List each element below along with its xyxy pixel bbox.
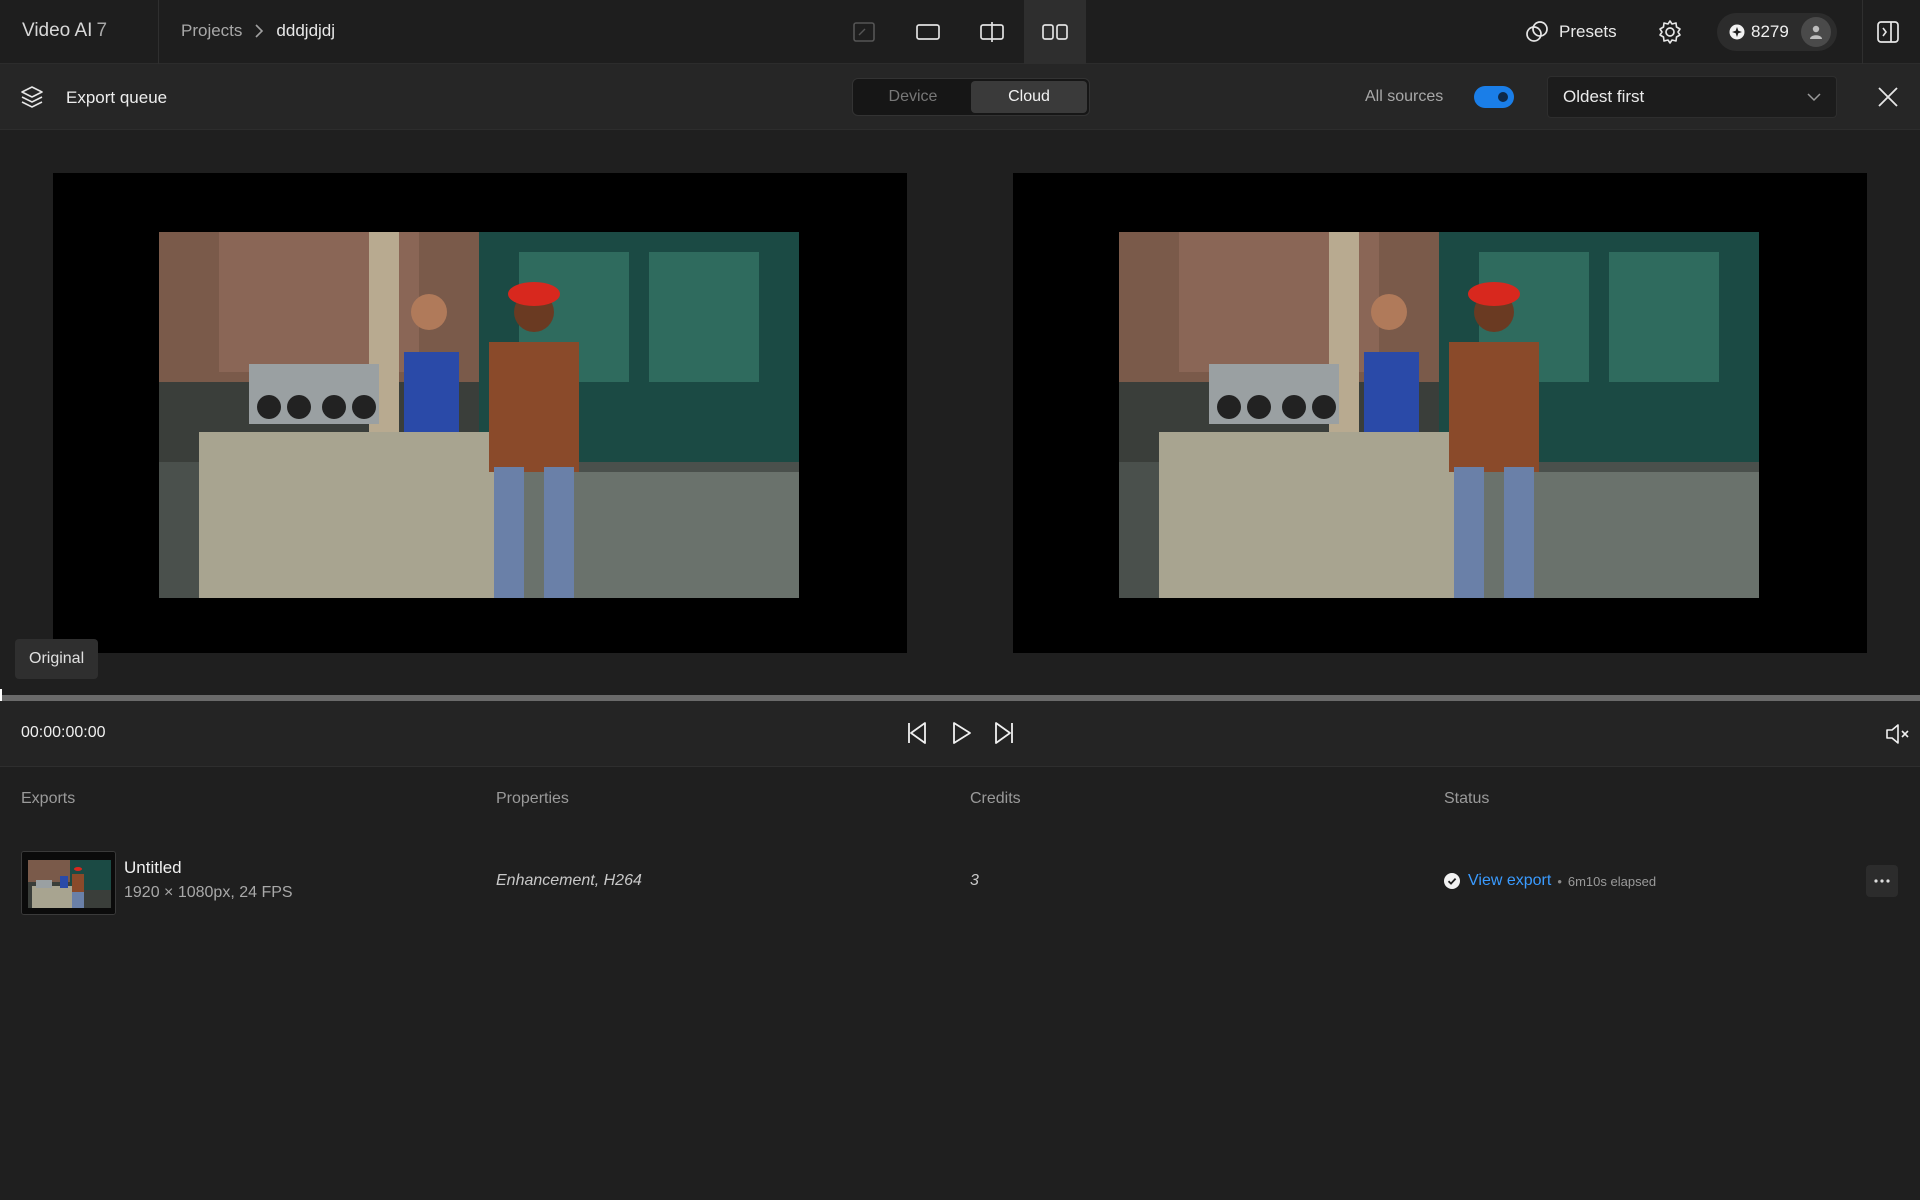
breadcrumb-projects[interactable]: Projects	[181, 21, 242, 41]
mute-button[interactable]	[1884, 722, 1910, 746]
avatar[interactable]	[1801, 17, 1831, 47]
top-bar: Video AI 7 Projects dddjdjdj Presets 827…	[0, 0, 1920, 64]
table-row: Untitled 1920 × 1080px, 24 FPS Enhanceme…	[0, 848, 1920, 918]
next-frame-button[interactable]	[990, 720, 1016, 746]
presets-button[interactable]: Presets	[1525, 18, 1617, 46]
video-frame-enhanced	[1119, 232, 1759, 598]
breadcrumb: Projects dddjdjdj	[181, 21, 335, 41]
transport-bar: 00:00:00:00	[0, 701, 1920, 767]
app-version: 7	[96, 20, 108, 41]
export-credits: 3	[970, 872, 979, 889]
credits-badge[interactable]: 8279	[1717, 13, 1837, 51]
divider	[1862, 0, 1863, 64]
sidebar-panel-icon	[1876, 20, 1900, 44]
credits-count: 8279	[1751, 22, 1789, 41]
export-resolution-fps: 1920 × 1080px, 24 FPS	[124, 884, 293, 901]
toggle-knob	[1495, 89, 1511, 105]
play-button[interactable]	[950, 720, 974, 746]
speaker-muted-icon	[1884, 722, 1910, 746]
presets-label: Presets	[1559, 22, 1617, 41]
app-name: Video AI	[22, 20, 93, 41]
crop-view-button[interactable]	[833, 0, 895, 64]
close-icon	[1877, 86, 1899, 108]
chevron-down-icon	[1806, 90, 1822, 104]
export-queue-bar: Export queue Device Cloud All sources Ol…	[0, 64, 1920, 130]
sort-order-dropdown[interactable]: Oldest first	[1547, 76, 1837, 118]
divider	[158, 0, 159, 64]
presets-icon	[1525, 20, 1549, 44]
credits-icon	[1729, 24, 1745, 40]
crop-view-icon	[853, 22, 875, 42]
column-header-status: Status	[1444, 790, 1490, 807]
export-queue-title: Export queue	[66, 88, 168, 107]
view-export-link[interactable]: View export	[1468, 872, 1551, 890]
all-sources-label: All sources	[1365, 88, 1444, 105]
original-preview[interactable]	[53, 173, 907, 653]
sort-order-value: Oldest first	[1563, 87, 1645, 106]
chevron-right-icon	[254, 24, 264, 38]
single-view-icon	[916, 23, 940, 41]
device-cloud-toggle: Device Cloud	[852, 78, 1090, 116]
segment-device[interactable]: Device	[855, 81, 971, 113]
preview-area: Original	[0, 130, 1920, 695]
layers-icon	[20, 85, 44, 109]
step-back-icon	[905, 720, 931, 746]
export-status: View export • 6m10s elapsed	[1444, 872, 1656, 890]
side-by-side-view-icon	[1042, 23, 1068, 41]
column-header-properties: Properties	[496, 790, 569, 807]
user-icon	[1808, 24, 1824, 40]
video-frame-original	[159, 232, 799, 598]
side-by-side-view-button[interactable]	[1024, 0, 1086, 64]
split-view-icon	[980, 22, 1004, 42]
column-header-exports: Exports	[21, 790, 76, 807]
original-label: Original	[15, 639, 99, 679]
play-icon	[950, 720, 974, 746]
step-forward-icon	[990, 720, 1016, 746]
all-sources-toggle[interactable]	[1474, 86, 1514, 108]
segment-cloud[interactable]: Cloud	[971, 81, 1087, 113]
settings-button[interactable]	[1657, 19, 1683, 45]
export-title: Untitled	[124, 858, 182, 877]
timecode: 00:00:00:00	[21, 724, 106, 741]
more-options-button[interactable]	[1866, 865, 1898, 897]
gear-icon	[1657, 19, 1683, 45]
split-view-button[interactable]	[961, 0, 1023, 64]
separator-dot: •	[1557, 873, 1562, 889]
close-button[interactable]	[1877, 86, 1899, 108]
app-title: Video AI 7	[22, 20, 107, 42]
exports-table: Exports Properties Credits Status Untitl…	[0, 768, 1920, 1200]
more-horizontal-icon	[1874, 879, 1890, 883]
export-properties: Enhancement, H264	[496, 872, 642, 889]
toggle-panel-button[interactable]	[1876, 20, 1900, 44]
previous-frame-button[interactable]	[905, 720, 931, 746]
single-view-button[interactable]	[897, 0, 959, 64]
check-circle-icon	[1444, 873, 1460, 889]
enhanced-preview[interactable]	[1013, 173, 1867, 653]
elapsed-time: 6m10s elapsed	[1567, 873, 1657, 889]
breadcrumb-current-project: dddjdjdj	[276, 21, 336, 40]
column-header-credits: Credits	[970, 790, 1021, 807]
export-thumbnail	[21, 851, 116, 915]
